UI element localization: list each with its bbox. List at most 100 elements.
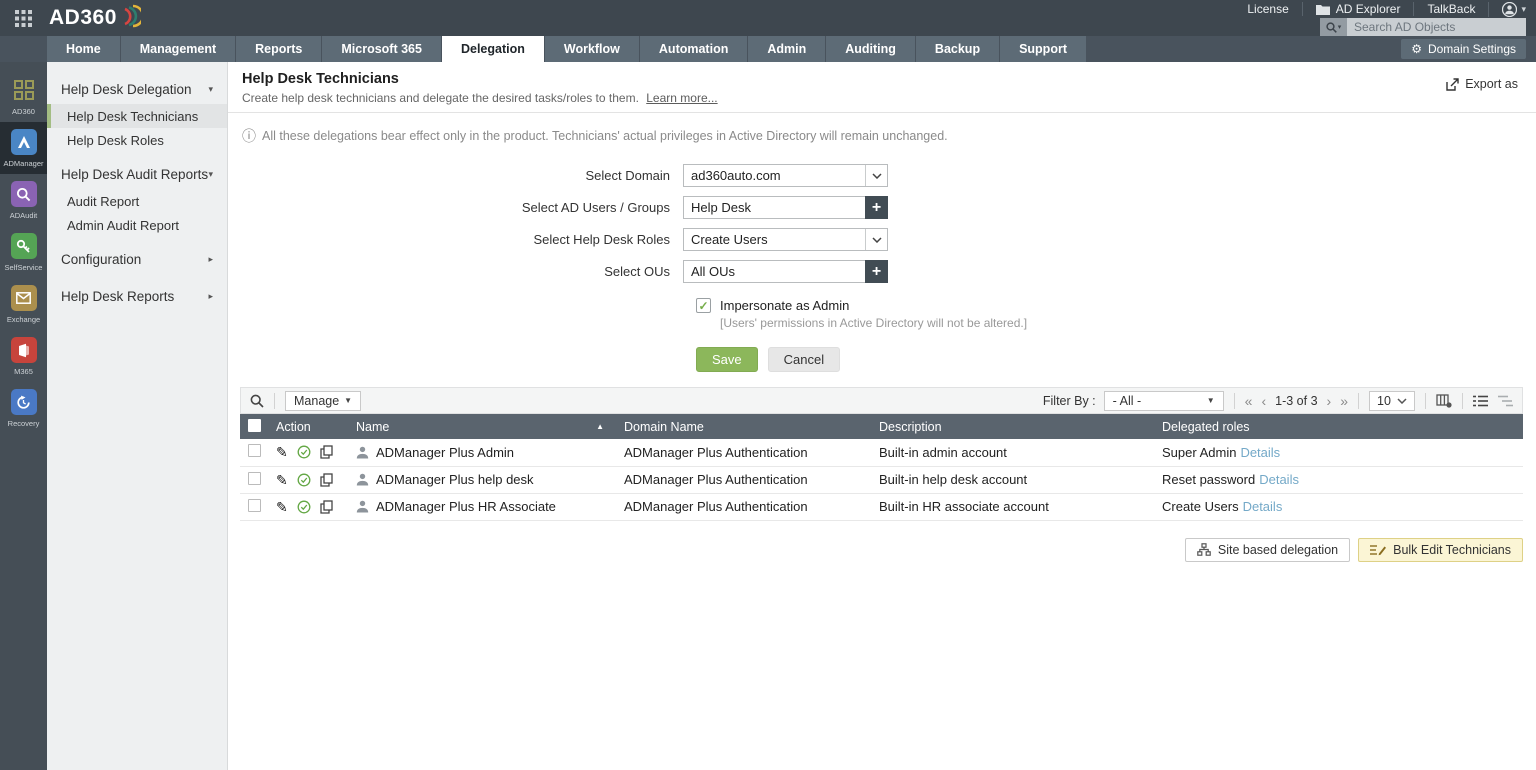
row-checkbox[interactable] xyxy=(248,498,261,512)
column-name[interactable]: Name ▲ xyxy=(348,414,616,439)
bulk-edit-technicians-button[interactable]: Bulk Edit Technicians xyxy=(1358,537,1523,562)
select-domain-label: Select Domain xyxy=(585,168,670,183)
select-ad-users-field[interactable]: Help Desk + xyxy=(683,196,888,219)
edit-icon[interactable]: ✎ xyxy=(276,500,288,514)
tab-label: Microsoft 365 xyxy=(341,42,422,56)
next-page-button[interactable]: › xyxy=(1327,394,1332,408)
sidebar-item-ad360[interactable]: AD360 xyxy=(0,70,47,122)
column-action[interactable]: Action xyxy=(268,414,348,439)
tab-backup[interactable]: Backup xyxy=(915,36,1001,62)
enable-icon[interactable] xyxy=(297,473,311,487)
sort-asc-icon: ▲ xyxy=(596,422,604,431)
edit-icon[interactable]: ✎ xyxy=(276,473,288,487)
enable-icon[interactable] xyxy=(297,445,311,459)
product-sidebar: AD360 ADManager ADAudit SelfService Exch… xyxy=(0,62,47,770)
column-description[interactable]: Description xyxy=(871,414,1154,439)
site-based-delegation-button[interactable]: Site based delegation xyxy=(1184,537,1351,562)
copy-icon[interactable] xyxy=(320,499,333,514)
license-link[interactable]: License xyxy=(1234,2,1301,16)
prev-page-button[interactable]: ‹ xyxy=(1261,394,1266,408)
page-title: Help Desk Technicians xyxy=(242,71,399,87)
enable-icon[interactable] xyxy=(297,500,311,514)
cancel-button[interactable]: Cancel xyxy=(767,347,841,372)
impersonate-checkbox[interactable]: ✓ xyxy=(696,298,711,313)
topbar: AD360 License AD Explorer TalkBack ▾ ▾ S… xyxy=(0,0,1536,36)
learn-more-link[interactable]: Learn more... xyxy=(646,91,717,105)
menu-help-desk-technicians[interactable]: Help Desk Technicians xyxy=(47,104,227,128)
details-link[interactable]: Details xyxy=(1259,472,1299,487)
menu-configuration[interactable]: Configuration ▸ xyxy=(47,244,227,274)
menu-help-desk-delegation[interactable]: Help Desk Delegation ▾ xyxy=(47,74,227,104)
select-ous-label: Select OUs xyxy=(604,264,670,279)
select-all-checkbox[interactable] xyxy=(248,418,261,432)
talkback-link[interactable]: TalkBack xyxy=(1413,2,1488,16)
tab-automation[interactable]: Automation xyxy=(639,36,749,62)
export-as-button[interactable]: Export as xyxy=(1446,77,1518,91)
technician-name[interactable]: ADManager Plus help desk xyxy=(376,472,534,487)
manage-dropdown[interactable]: Manage ▼ xyxy=(285,390,361,411)
menu-help-desk-audit-reports[interactable]: Help Desk Audit Reports ▾ xyxy=(47,159,227,189)
admanager-icon xyxy=(10,129,37,155)
select-ous-field[interactable]: All OUs + xyxy=(683,260,888,283)
user-menu[interactable]: ▾ xyxy=(1488,1,1526,17)
menu-admin-audit-report[interactable]: Admin Audit Report xyxy=(47,213,227,237)
menu-help-desk-roles[interactable]: Help Desk Roles xyxy=(47,128,227,152)
edit-icon[interactable]: ✎ xyxy=(276,445,288,459)
first-page-button[interactable]: « xyxy=(1245,394,1253,408)
tab-home[interactable]: Home xyxy=(47,36,121,62)
tab-management[interactable]: Management xyxy=(120,36,237,62)
search-input[interactable] xyxy=(1347,18,1526,36)
list-view-button[interactable] xyxy=(1473,395,1488,407)
add-ous-button[interactable]: + xyxy=(865,260,888,283)
tab-label: Workflow xyxy=(563,42,620,56)
table-header-row: Action Name ▲ Domain Name Description De… xyxy=(240,414,1523,439)
delegated-role: Super Admin xyxy=(1162,444,1237,460)
top-links: License AD Explorer TalkBack ▾ xyxy=(1234,1,1526,17)
technician-name[interactable]: ADManager Plus Admin xyxy=(376,445,514,460)
technician-name[interactable]: ADManager Plus HR Associate xyxy=(376,499,556,514)
tab-support[interactable]: Support xyxy=(1000,36,1087,62)
tab-auditing[interactable]: Auditing xyxy=(826,36,916,62)
page-range: 1-3 of 3 xyxy=(1275,393,1318,408)
filter-dropdown[interactable]: - All - ▼ xyxy=(1103,390,1224,411)
export-icon xyxy=(1446,77,1459,91)
search-scope-button[interactable]: ▾ xyxy=(1320,18,1347,36)
tab-reports[interactable]: Reports xyxy=(236,36,323,62)
ad-explorer-link[interactable]: AD Explorer xyxy=(1301,2,1414,16)
column-roles[interactable]: Delegated roles xyxy=(1154,414,1523,439)
copy-icon[interactable] xyxy=(320,445,333,459)
domain-settings-button[interactable]: ⚙ Domain Settings xyxy=(1401,39,1526,59)
tree-view-button[interactable] xyxy=(1498,395,1513,407)
table-search-button[interactable] xyxy=(250,394,264,408)
details-link[interactable]: Details xyxy=(1243,499,1283,514)
sidebar-item-adaudit[interactable]: ADAudit xyxy=(0,174,47,226)
row-checkbox[interactable] xyxy=(248,471,261,485)
add-users-button[interactable]: + xyxy=(865,196,888,219)
tab-workflow[interactable]: Workflow xyxy=(544,36,640,62)
menu-audit-report[interactable]: Audit Report xyxy=(47,189,227,213)
sidebar-item-m365[interactable]: M365 xyxy=(0,330,47,382)
last-page-button[interactable]: » xyxy=(1340,394,1348,408)
tab-microsoft-365[interactable]: Microsoft 365 xyxy=(322,36,442,62)
apps-grid-icon[interactable] xyxy=(0,9,47,27)
column-chooser-button[interactable] xyxy=(1436,393,1452,408)
save-button[interactable]: Save xyxy=(696,347,758,372)
ad360-logo[interactable]: AD360 xyxy=(49,4,141,30)
sidebar-item-admanager[interactable]: ADManager xyxy=(0,122,47,174)
sidebar-item-selfservice[interactable]: SelfService xyxy=(0,226,47,278)
logo-swoosh-icon xyxy=(124,4,141,28)
gear-icon: ⚙ xyxy=(1411,42,1422,56)
tab-delegation[interactable]: Delegation xyxy=(441,36,545,62)
select-roles-dropdown[interactable]: Create Users xyxy=(683,228,888,251)
tab-admin[interactable]: Admin xyxy=(748,36,827,62)
details-link[interactable]: Details xyxy=(1240,445,1280,460)
menu-item-label: Admin Audit Report xyxy=(67,217,180,233)
page-size-dropdown[interactable]: 10 xyxy=(1369,390,1415,411)
select-domain-dropdown[interactable]: ad360auto.com xyxy=(683,164,888,187)
sidebar-item-recovery[interactable]: Recovery xyxy=(0,382,47,434)
copy-icon[interactable] xyxy=(320,472,333,487)
menu-help-desk-reports[interactable]: Help Desk Reports ▸ xyxy=(47,281,227,311)
row-checkbox[interactable] xyxy=(248,444,261,458)
column-domain[interactable]: Domain Name xyxy=(616,414,871,439)
sidebar-item-exchange[interactable]: Exchange xyxy=(0,278,47,330)
